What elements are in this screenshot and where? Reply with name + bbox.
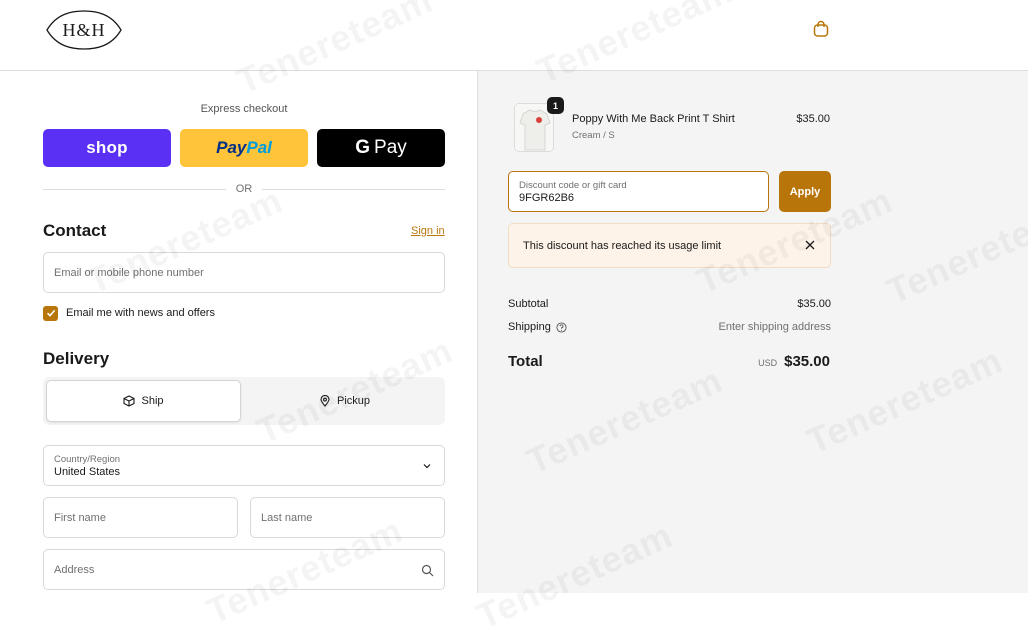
shipping-row: Shipping Enter shipping address — [508, 321, 831, 337]
address-field[interactable]: Address — [43, 549, 445, 590]
paypal-label-part1: Pay — [216, 138, 247, 157]
first-name-field[interactable]: First name — [43, 497, 238, 538]
paypal-label-part2: Pal — [246, 138, 272, 157]
close-icon[interactable] — [804, 239, 816, 251]
pickup-option[interactable]: Pickup — [247, 380, 442, 422]
subtotal-label: Subtotal — [508, 298, 549, 310]
subtotal-value: $35.00 — [797, 298, 831, 310]
box-icon — [123, 395, 136, 407]
shop-pay-button[interactable]: shop — [43, 129, 171, 167]
country-select[interactable]: Country/Region United States — [43, 445, 445, 486]
last-name-field[interactable]: Last name — [250, 497, 445, 538]
newsletter-label: Email me with news and offers — [66, 307, 215, 319]
header: H&H — [0, 0, 1028, 71]
first-name-placeholder: First name — [54, 512, 106, 524]
order-summary: 1 Poppy With Me Back Print T Shirt Cream… — [477, 71, 1028, 593]
last-name-placeholder: Last name — [261, 512, 313, 524]
email-field[interactable]: Email or mobile phone number — [43, 252, 445, 293]
subtotal-row: Subtotal $35.00 — [508, 298, 831, 314]
discount-error-text: This discount has reached its usage limi… — [523, 240, 722, 252]
shop-pay-label: shop — [86, 138, 128, 157]
google-pay-button[interactable]: G Pay — [317, 129, 445, 167]
total-amount: USD $35.00 — [758, 353, 830, 370]
google-g-icon: G — [355, 137, 371, 158]
apply-button[interactable]: Apply — [779, 171, 831, 212]
quantity-badge: 1 — [547, 97, 564, 114]
help-icon[interactable] — [556, 321, 567, 333]
email-placeholder: Email or mobile phone number — [54, 267, 204, 279]
contact-heading: Contact — [43, 221, 107, 240]
newsletter-option[interactable]: Email me with news and offers — [43, 305, 215, 321]
checkmark-icon — [46, 309, 55, 317]
address-placeholder: Address — [54, 564, 95, 576]
delivery-heading: Delivery — [43, 349, 110, 368]
checkout-form: Express checkout shop Pay Pal G Pay OR Co… — [0, 71, 477, 593]
express-checkout-title: Express checkout — [200, 103, 288, 115]
sign-in-link[interactable]: Sign in — [411, 225, 445, 237]
or-divider: OR — [43, 182, 445, 196]
ship-option[interactable]: Ship — [46, 380, 241, 422]
shipping-label: Shipping — [508, 321, 551, 333]
paypal-button[interactable]: Pay Pal — [180, 129, 308, 167]
newsletter-checkbox[interactable] — [43, 305, 58, 321]
shopping-bag-icon[interactable] — [811, 19, 831, 39]
country-value: United States — [54, 466, 121, 478]
product-variant: Cream / S — [572, 130, 615, 141]
shipping-value: Enter shipping address — [718, 321, 831, 333]
discount-label: Discount code or gift card — [519, 180, 627, 191]
pickup-label: Pickup — [336, 395, 371, 407]
product-name: Poppy With Me Back Print T Shirt — [572, 113, 735, 125]
location-pin-icon — [320, 395, 330, 407]
country-label: Country/Region — [54, 454, 121, 465]
total-currency: USD — [758, 358, 778, 368]
total-label: Total — [508, 353, 543, 370]
logo-text: H&H — [62, 19, 106, 40]
discount-error-banner: This discount has reached its usage limi… — [508, 223, 831, 268]
or-label: OR — [235, 183, 253, 195]
total-value: $35.00 — [784, 353, 830, 370]
store-logo[interactable]: H&H — [43, 9, 125, 51]
discount-code-input[interactable]: Discount code or gift card 9FGR62B6 — [508, 171, 769, 212]
product-price: $35.00 — [796, 113, 830, 125]
ship-label: Ship — [141, 395, 164, 407]
chevron-down-icon — [423, 464, 431, 469]
google-pay-label: Pay — [374, 137, 407, 158]
search-icon — [421, 564, 434, 577]
delivery-method-selector: Ship Pickup — [43, 377, 445, 425]
discount-value: 9FGR62B6 — [519, 192, 575, 204]
